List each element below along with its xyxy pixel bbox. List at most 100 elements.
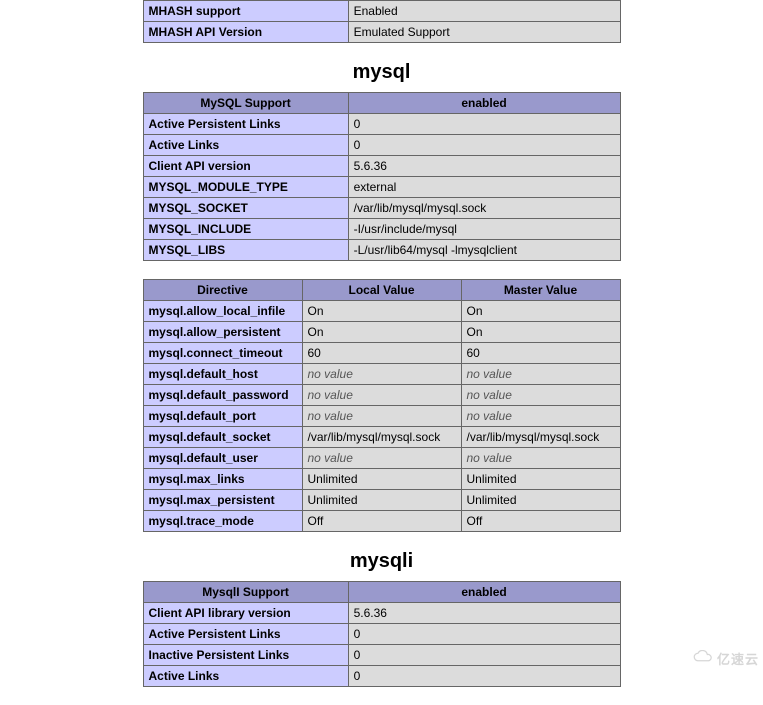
master-value: no value bbox=[461, 364, 620, 385]
column-header: MysqlI Support bbox=[143, 582, 348, 603]
table-row: mysql.allow_persistentOnOn bbox=[143, 322, 620, 343]
table-row: mysql.allow_local_infileOnOn bbox=[143, 301, 620, 322]
config-key: Inactive Persistent Links bbox=[143, 645, 348, 666]
table-row: mysql.trace_modeOffOff bbox=[143, 511, 620, 532]
config-value: Enabled bbox=[348, 1, 620, 22]
config-key: MYSQL_MODULE_TYPE bbox=[143, 177, 348, 198]
config-key: MHASH support bbox=[143, 1, 348, 22]
master-value: On bbox=[461, 322, 620, 343]
table-row: Inactive Persistent Links0 bbox=[143, 645, 620, 666]
config-value: external bbox=[348, 177, 620, 198]
config-value: 0 bbox=[348, 114, 620, 135]
section-heading-mysqli: mysqli bbox=[0, 550, 763, 573]
column-header: MySQL Support bbox=[143, 93, 348, 114]
local-value: Off bbox=[302, 511, 461, 532]
mysqli-info-table: MysqlI SupportenabledClient API library … bbox=[143, 581, 621, 687]
table-row: mysql.max_persistentUnlimitedUnlimited bbox=[143, 490, 620, 511]
table-row: Active Persistent Links0 bbox=[143, 114, 620, 135]
config-key: Active Links bbox=[143, 135, 348, 156]
local-value: On bbox=[302, 322, 461, 343]
column-header: enabled bbox=[348, 93, 620, 114]
config-value: -I/usr/include/mysql bbox=[348, 219, 620, 240]
table-row: mysql.default_socket/var/lib/mysql/mysql… bbox=[143, 427, 620, 448]
directive-name: mysql.trace_mode bbox=[143, 511, 302, 532]
local-value: Unlimited bbox=[302, 469, 461, 490]
mhash-table: MHASH supportEnabledMHASH API VersionEmu… bbox=[143, 0, 621, 43]
directive-name: mysql.default_host bbox=[143, 364, 302, 385]
config-value: 5.6.36 bbox=[348, 156, 620, 177]
table-header-row: DirectiveLocal ValueMaster Value bbox=[143, 280, 620, 301]
table-row: MYSQL_LIBS-L/usr/lib64/mysql -lmysqlclie… bbox=[143, 240, 620, 261]
master-value: no value bbox=[461, 448, 620, 469]
config-key: MYSQL_INCLUDE bbox=[143, 219, 348, 240]
column-header: Local Value bbox=[302, 280, 461, 301]
table-row: mysql.default_passwordno valueno value bbox=[143, 385, 620, 406]
master-value: Unlimited bbox=[461, 469, 620, 490]
table-row: Client API version5.6.36 bbox=[143, 156, 620, 177]
section-heading-mysql: mysql bbox=[0, 61, 763, 84]
watermark: 亿速云 bbox=[693, 649, 759, 668]
table-header-row: MysqlI Supportenabled bbox=[143, 582, 620, 603]
table-row: MYSQL_MODULE_TYPEexternal bbox=[143, 177, 620, 198]
table-row: MHASH API VersionEmulated Support bbox=[143, 22, 620, 43]
table-row: Active Links0 bbox=[143, 135, 620, 156]
table-header-row: MySQL Supportenabled bbox=[143, 93, 620, 114]
directive-name: mysql.max_persistent bbox=[143, 490, 302, 511]
master-value: 60 bbox=[461, 343, 620, 364]
column-header: enabled bbox=[348, 582, 620, 603]
directive-name: mysql.default_password bbox=[143, 385, 302, 406]
config-key: MYSQL_LIBS bbox=[143, 240, 348, 261]
cloud-icon bbox=[693, 650, 713, 667]
column-header: Master Value bbox=[461, 280, 620, 301]
local-value: On bbox=[302, 301, 461, 322]
watermark-text: 亿速云 bbox=[717, 649, 759, 668]
table-row: mysql.default_userno valueno value bbox=[143, 448, 620, 469]
table-row: Active Persistent Links0 bbox=[143, 624, 620, 645]
table-row: mysql.default_hostno valueno value bbox=[143, 364, 620, 385]
config-value: -L/usr/lib64/mysql -lmysqlclient bbox=[348, 240, 620, 261]
table-row: MYSQL_INCLUDE-I/usr/include/mysql bbox=[143, 219, 620, 240]
directive-name: mysql.allow_local_infile bbox=[143, 301, 302, 322]
config-value: 0 bbox=[348, 666, 620, 687]
directive-name: mysql.connect_timeout bbox=[143, 343, 302, 364]
table-row: Active Links0 bbox=[143, 666, 620, 687]
master-value: /var/lib/mysql/mysql.sock bbox=[461, 427, 620, 448]
table-row: mysql.max_linksUnlimitedUnlimited bbox=[143, 469, 620, 490]
master-value: On bbox=[461, 301, 620, 322]
config-value: 5.6.36 bbox=[348, 603, 620, 624]
directive-name: mysql.max_links bbox=[143, 469, 302, 490]
directive-name: mysql.allow_persistent bbox=[143, 322, 302, 343]
config-value: 0 bbox=[348, 645, 620, 666]
local-value: Unlimited bbox=[302, 490, 461, 511]
master-value: no value bbox=[461, 406, 620, 427]
config-key: Active Persistent Links bbox=[143, 114, 348, 135]
master-value: Off bbox=[461, 511, 620, 532]
config-value: 0 bbox=[348, 135, 620, 156]
mysql-directives-table: DirectiveLocal ValueMaster Valuemysql.al… bbox=[143, 279, 621, 532]
table-row: mysql.connect_timeout6060 bbox=[143, 343, 620, 364]
config-value: Emulated Support bbox=[348, 22, 620, 43]
table-row: Client API library version5.6.36 bbox=[143, 603, 620, 624]
local-value: no value bbox=[302, 385, 461, 406]
local-value: no value bbox=[302, 406, 461, 427]
master-value: Unlimited bbox=[461, 490, 620, 511]
config-key: Client API library version bbox=[143, 603, 348, 624]
master-value: no value bbox=[461, 385, 620, 406]
table-row: mysql.default_portno valueno value bbox=[143, 406, 620, 427]
directive-name: mysql.default_port bbox=[143, 406, 302, 427]
config-key: Active Links bbox=[143, 666, 348, 687]
config-key: MYSQL_SOCKET bbox=[143, 198, 348, 219]
config-value: 0 bbox=[348, 624, 620, 645]
config-key: Client API version bbox=[143, 156, 348, 177]
config-value: /var/lib/mysql/mysql.sock bbox=[348, 198, 620, 219]
mysql-info-table: MySQL SupportenabledActive Persistent Li… bbox=[143, 92, 621, 261]
local-value: 60 bbox=[302, 343, 461, 364]
local-value: /var/lib/mysql/mysql.sock bbox=[302, 427, 461, 448]
directive-name: mysql.default_user bbox=[143, 448, 302, 469]
config-key: MHASH API Version bbox=[143, 22, 348, 43]
local-value: no value bbox=[302, 364, 461, 385]
config-key: Active Persistent Links bbox=[143, 624, 348, 645]
local-value: no value bbox=[302, 448, 461, 469]
table-row: MHASH supportEnabled bbox=[143, 1, 620, 22]
directive-name: mysql.default_socket bbox=[143, 427, 302, 448]
